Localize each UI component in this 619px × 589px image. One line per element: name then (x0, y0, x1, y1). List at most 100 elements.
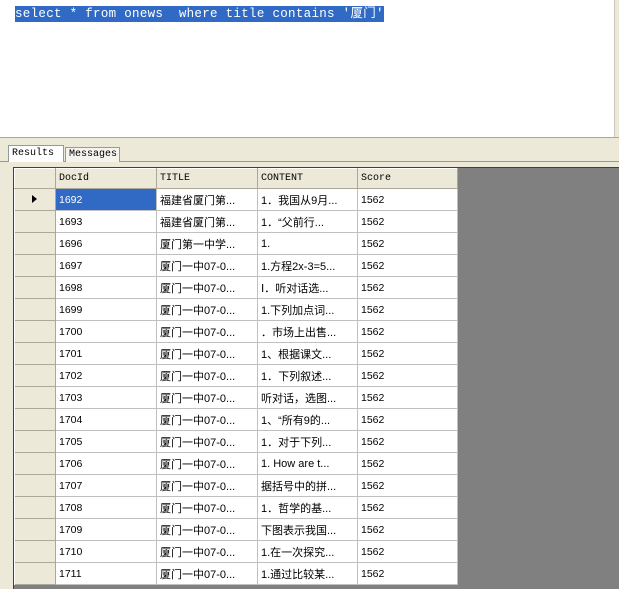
row-header[interactable] (14, 452, 56, 475)
table-row[interactable]: 1707 厦门一中07-0... 据括号中的拼... 1562 (14, 474, 458, 497)
cell-score[interactable]: 1562 (357, 430, 458, 453)
row-header[interactable] (14, 276, 56, 299)
row-header[interactable] (14, 562, 56, 585)
column-header-title[interactable]: TITLE (156, 168, 258, 189)
table-row[interactable]: 1693 福建省厦门第... 1．“父前行... 1562 (14, 210, 458, 233)
tab-results[interactable]: Results (8, 145, 64, 162)
table-row[interactable]: 1696 厦门第一中学... 1. 1562 (14, 232, 458, 255)
cell-docid[interactable]: 1701 (55, 342, 157, 365)
cell-content[interactable]: 1.下列加点词... (257, 298, 358, 321)
cell-content[interactable]: 1.方程2x-3=5... (257, 254, 358, 277)
row-header[interactable] (14, 408, 56, 431)
row-header[interactable] (14, 540, 56, 563)
cell-docid[interactable]: 1696 (55, 232, 157, 255)
cell-score[interactable]: 1562 (357, 518, 458, 541)
cell-score[interactable]: 1562 (357, 540, 458, 563)
cell-content[interactable]: 1.通过比较某... (257, 562, 358, 585)
row-header[interactable] (14, 298, 56, 321)
cell-content[interactable]: 1．我国从9月... (257, 188, 358, 211)
cell-title[interactable]: 厦门一中07-0... (156, 430, 258, 453)
cell-score[interactable]: 1562 (357, 320, 458, 343)
cell-content[interactable]: 下图表示我国... (257, 518, 358, 541)
row-header[interactable] (14, 320, 56, 343)
cell-docid[interactable]: 1693 (55, 210, 157, 233)
row-header[interactable] (14, 232, 56, 255)
row-header[interactable] (14, 496, 56, 519)
query-editor[interactable]: select * from onews where title contains… (0, 0, 619, 137)
query-selection[interactable]: select * from onews where title contains… (15, 6, 384, 22)
cell-content[interactable]: 听对话，选图... (257, 386, 358, 409)
cell-score[interactable]: 1562 (357, 364, 458, 387)
cell-title[interactable]: 厦门一中07-0... (156, 408, 258, 431)
cell-docid[interactable]: 1700 (55, 320, 157, 343)
cell-title[interactable]: 厦门一中07-0... (156, 518, 258, 541)
table-row[interactable]: 1703 厦门一中07-0... 听对话，选图... 1562 (14, 386, 458, 409)
cell-score[interactable]: 1562 (357, 386, 458, 409)
table-row[interactable]: 1711 厦门一中07-0... 1.通过比较某... 1562 (14, 562, 458, 585)
cell-title[interactable]: 厦门一中07-0... (156, 386, 258, 409)
cell-docid[interactable]: 1704 (55, 408, 157, 431)
cell-title[interactable]: 厦门一中07-0... (156, 496, 258, 519)
column-header-content[interactable]: CONTENT (257, 168, 358, 189)
table-row[interactable]: 1700 厦门一中07-0... ．市场上出售... 1562 (14, 320, 458, 343)
cell-docid[interactable]: 1708 (55, 496, 157, 519)
cell-content[interactable]: 1．下列叙述... (257, 364, 358, 387)
cell-docid[interactable]: 1692 (55, 188, 157, 211)
cell-title[interactable]: 厦门一中07-0... (156, 276, 258, 299)
table-row[interactable]: 1705 厦门一中07-0... 1．对于下列... 1562 (14, 430, 458, 453)
cell-docid[interactable]: 1699 (55, 298, 157, 321)
table-row[interactable]: 1709 厦门一中07-0... 下图表示我国... 1562 (14, 518, 458, 541)
pane-splitter[interactable] (0, 137, 619, 145)
table-row[interactable]: 1701 厦门一中07-0... 1、根据课文... 1562 (14, 342, 458, 365)
cell-docid[interactable]: 1709 (55, 518, 157, 541)
row-header[interactable] (14, 254, 56, 277)
cell-score[interactable]: 1562 (357, 276, 458, 299)
cell-docid[interactable]: 1711 (55, 562, 157, 585)
table-row[interactable]: 1710 厦门一中07-0... 1.在一次探究... 1562 (14, 540, 458, 563)
table-row[interactable]: 1702 厦门一中07-0... 1．下列叙述... 1562 (14, 364, 458, 387)
row-header[interactable] (14, 188, 56, 211)
cell-content[interactable]: 据括号中的拼... (257, 474, 358, 497)
row-header[interactable] (14, 210, 56, 233)
table-row[interactable]: 1692 福建省厦门第... 1．我国从9月... 1562 (14, 188, 458, 211)
cell-title[interactable]: 厦门一中07-0... (156, 474, 258, 497)
table-row[interactable]: 1698 厦门一中07-0... Ⅰ．听对话选... 1562 (14, 276, 458, 299)
tab-messages[interactable]: Messages (65, 147, 120, 162)
cell-docid[interactable]: 1710 (55, 540, 157, 563)
row-header[interactable] (14, 364, 56, 387)
cell-docid[interactable]: 1707 (55, 474, 157, 497)
cell-content[interactable]: 1、根据课文... (257, 342, 358, 365)
query-line[interactable]: select * from onews where title contains… (15, 6, 384, 22)
cell-title[interactable]: 厦门一中07-0... (156, 342, 258, 365)
cell-title[interactable]: 厦门一中07-0... (156, 320, 258, 343)
cell-docid[interactable]: 1702 (55, 364, 157, 387)
column-header-score[interactable]: Score (357, 168, 458, 189)
cell-score[interactable]: 1562 (357, 232, 458, 255)
cell-title[interactable]: 福建省厦门第... (156, 210, 258, 233)
cell-title[interactable]: 厦门一中07-0... (156, 254, 258, 277)
table-row[interactable]: 1704 厦门一中07-0... 1、“所有9的... 1562 (14, 408, 458, 431)
row-header[interactable] (14, 518, 56, 541)
cell-score[interactable]: 1562 (357, 496, 458, 519)
cell-score[interactable]: 1562 (357, 562, 458, 585)
cell-docid[interactable]: 1706 (55, 452, 157, 475)
cell-score[interactable]: 1562 (357, 452, 458, 475)
cell-content[interactable]: 1. How are t... (257, 452, 358, 475)
cell-content[interactable]: 1．对于下列... (257, 430, 358, 453)
cell-docid[interactable]: 1698 (55, 276, 157, 299)
cell-content[interactable]: 1、“所有9的... (257, 408, 358, 431)
cell-score[interactable]: 1562 (357, 408, 458, 431)
row-header[interactable] (14, 430, 56, 453)
cell-content[interactable]: 1.在一次探究... (257, 540, 358, 563)
table-row[interactable]: 1697 厦门一中07-0... 1.方程2x-3=5... 1562 (14, 254, 458, 277)
cell-title[interactable]: 厦门一中07-0... (156, 452, 258, 475)
cell-docid[interactable]: 1703 (55, 386, 157, 409)
cell-title[interactable]: 厦门一中07-0... (156, 298, 258, 321)
cell-content[interactable]: Ⅰ．听对话选... (257, 276, 358, 299)
table-row[interactable]: 1706 厦门一中07-0... 1. How are t... 1562 (14, 452, 458, 475)
cell-score[interactable]: 1562 (357, 254, 458, 277)
cell-docid[interactable]: 1697 (55, 254, 157, 277)
cell-docid[interactable]: 1705 (55, 430, 157, 453)
cell-score[interactable]: 1562 (357, 298, 458, 321)
cell-content[interactable]: 1．哲学的基... (257, 496, 358, 519)
